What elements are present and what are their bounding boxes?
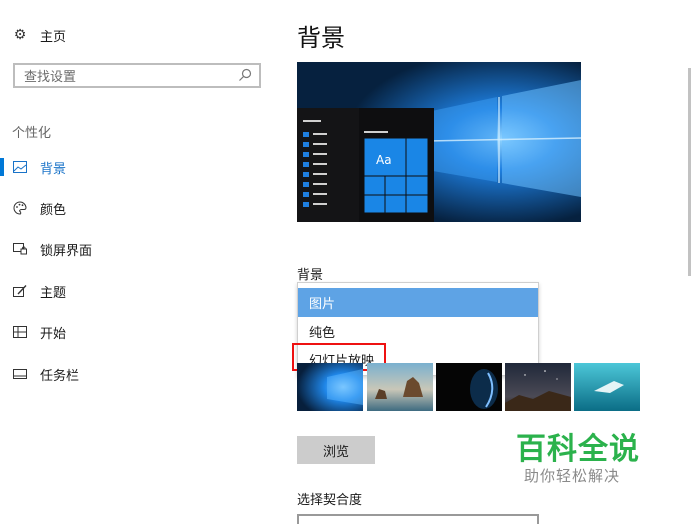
nav-home-label: 主页 bbox=[40, 29, 67, 45]
dark-cave-thumb bbox=[436, 363, 502, 411]
sidebar-item-background[interactable]: 背景 bbox=[12, 156, 66, 178]
browse-button[interactable]: 浏览 bbox=[297, 436, 375, 464]
page-title: 背景 bbox=[297, 24, 345, 52]
night-sky-thumb bbox=[505, 363, 571, 411]
wallpaper-thumb-1[interactable] bbox=[297, 363, 363, 411]
active-indicator bbox=[0, 158, 4, 176]
preview-tile-text: Aa bbox=[376, 153, 392, 167]
start-icon bbox=[12, 324, 28, 340]
option-solid-color[interactable]: 纯色 bbox=[298, 317, 538, 346]
gear-icon: ⚙ bbox=[13, 27, 27, 43]
sidebar-item-theme[interactable]: 主题 bbox=[12, 280, 66, 302]
wallpaper-thumb-5[interactable] bbox=[574, 363, 640, 411]
watermark-title: 百科全说 bbox=[516, 432, 640, 467]
wallpaper-thumb-3[interactable] bbox=[436, 363, 502, 411]
lock-screen-icon bbox=[12, 241, 28, 257]
fit-dropdown[interactable] bbox=[297, 514, 539, 524]
sidebar-item-label: 主题 bbox=[40, 285, 67, 301]
sidebar-item-label: 任务栏 bbox=[40, 368, 80, 384]
sidebar-item-taskbar[interactable]: 任务栏 bbox=[12, 363, 79, 385]
search-icon bbox=[239, 68, 252, 81]
wallpaper-thumb-4[interactable] bbox=[505, 363, 571, 411]
picture-icon bbox=[12, 159, 28, 175]
scrollbar[interactable] bbox=[688, 68, 691, 276]
nav-home[interactable]: ⚙ 主页 bbox=[12, 24, 66, 46]
option-picture[interactable]: 图片 bbox=[298, 288, 538, 317]
sidebar-item-label: 锁屏界面 bbox=[40, 243, 93, 259]
search-input[interactable]: 查找设置 bbox=[13, 63, 261, 88]
watermark-subtitle: 助你轻松解决 bbox=[524, 467, 621, 485]
background-preview: Aa bbox=[297, 62, 581, 222]
windows-wallpaper-thumb bbox=[297, 363, 363, 411]
theme-icon bbox=[12, 283, 28, 299]
sidebar-item-start[interactable]: 开始 bbox=[12, 321, 66, 343]
search-placeholder: 查找设置 bbox=[24, 70, 77, 85]
section-label: 个性化 bbox=[12, 126, 52, 141]
sidebar-item-label: 开始 bbox=[40, 326, 67, 342]
sidebar-item-label: 颜色 bbox=[40, 202, 67, 218]
preview-wallpaper: Aa bbox=[297, 62, 581, 222]
taskbar-icon bbox=[12, 366, 28, 382]
beach-rocks-thumb bbox=[367, 363, 433, 411]
fit-label: 选择契合度 bbox=[297, 493, 363, 508]
palette-icon bbox=[12, 200, 28, 216]
underwater-thumb bbox=[574, 363, 640, 411]
sidebar-item-color[interactable]: 颜色 bbox=[12, 197, 66, 219]
background-label: 背景 bbox=[297, 268, 324, 283]
sidebar-item-label: 背景 bbox=[40, 161, 67, 177]
wallpaper-thumb-2[interactable] bbox=[367, 363, 433, 411]
sidebar-item-lockscreen[interactable]: 锁屏界面 bbox=[12, 238, 92, 260]
